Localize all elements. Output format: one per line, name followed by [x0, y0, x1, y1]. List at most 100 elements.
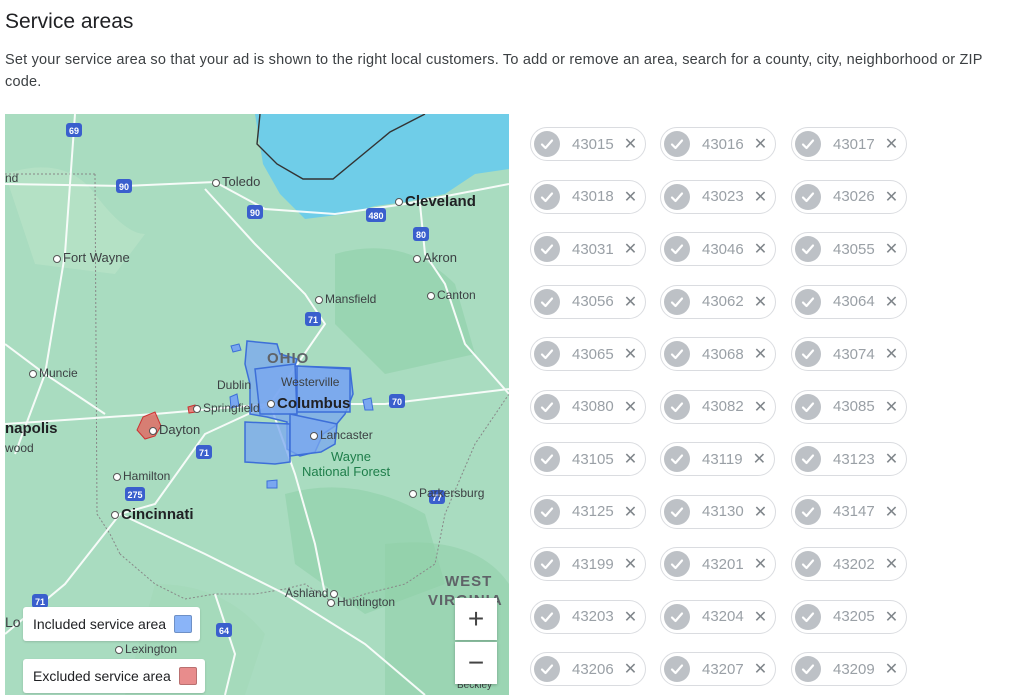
remove-icon[interactable]: ✕ — [885, 659, 898, 679]
remove-icon[interactable]: ✕ — [754, 607, 767, 627]
zip-chip[interactable]: 43123 ✕ — [791, 442, 908, 476]
zip-chip-label: 43074 — [833, 345, 875, 363]
zip-chip[interactable]: 43199 ✕ — [530, 547, 647, 581]
check-icon — [795, 498, 821, 525]
remove-icon[interactable]: ✕ — [624, 554, 637, 574]
zip-chip-label: 43023 — [702, 188, 744, 205]
service-area-map[interactable]: 69 90 90 480 80 71 70 71 275 71 64 77 nd… — [5, 114, 509, 695]
remove-icon[interactable]: ✕ — [885, 292, 898, 312]
zip-chip[interactable]: 43031 ✕ — [530, 232, 647, 266]
remove-icon[interactable]: ✕ — [754, 134, 767, 154]
check-icon — [664, 603, 690, 630]
check-icon — [534, 498, 560, 525]
zip-chip[interactable]: 43080 ✕ — [530, 389, 647, 424]
remove-icon[interactable]: ✕ — [754, 397, 767, 417]
remove-icon[interactable]: ✕ — [624, 397, 637, 417]
zip-chip[interactable]: 43068 ✕ — [660, 337, 777, 371]
check-icon — [795, 183, 821, 210]
check-icon — [664, 341, 690, 367]
map-label-national-forest: National Forest — [302, 464, 391, 479]
remove-icon[interactable]: ✕ — [885, 187, 898, 207]
remove-icon[interactable]: ✕ — [885, 239, 898, 259]
remove-icon[interactable]: ✕ — [754, 292, 767, 312]
map-label-lexington: Lexington — [115, 642, 177, 656]
zip-chip[interactable]: 43017 ✕ — [791, 127, 908, 161]
remove-icon[interactable]: ✕ — [753, 449, 766, 469]
zip-chip[interactable]: 43201 ✕ — [660, 547, 777, 581]
remove-icon[interactable]: ✕ — [624, 502, 637, 522]
zip-chip[interactable]: 43023 ✕ — [660, 179, 777, 214]
zip-chip[interactable]: 43130 ✕ — [660, 494, 777, 529]
zip-chip[interactable]: 43085 ✕ — [791, 389, 908, 424]
zip-chip[interactable]: 43016 ✕ — [660, 127, 777, 161]
remove-icon[interactable]: ✕ — [754, 344, 767, 364]
svg-text:71: 71 — [35, 597, 45, 607]
zip-chip[interactable]: 43206 ✕ — [530, 652, 647, 686]
remove-icon[interactable]: ✕ — [754, 502, 767, 522]
map-label-wayne-forest: Wayne — [331, 449, 371, 464]
zip-chip-label: 43046 — [702, 240, 744, 258]
remove-icon[interactable]: ✕ — [754, 187, 767, 207]
check-icon — [795, 131, 821, 157]
zip-chip[interactable]: 43082 ✕ — [660, 389, 777, 424]
map-label-ohio: OHIO — [267, 350, 310, 367]
remove-icon[interactable]: ✕ — [754, 659, 767, 679]
check-icon — [664, 183, 690, 210]
zip-chip-label: 43031 — [572, 240, 614, 258]
zip-chip[interactable]: 43015 ✕ — [530, 127, 647, 161]
zip-chip[interactable]: 43065 ✕ — [530, 337, 647, 371]
zip-chip[interactable]: 43147 ✕ — [791, 494, 908, 529]
remove-icon[interactable]: ✕ — [754, 239, 767, 259]
remove-icon[interactable]: ✕ — [885, 134, 898, 154]
zip-chip[interactable]: 43205 ✕ — [791, 599, 908, 634]
zip-chip[interactable]: 43064 ✕ — [791, 284, 908, 319]
zip-chip[interactable]: 43062 ✕ — [660, 284, 777, 319]
zip-chip-label: 43123 — [833, 450, 875, 468]
zip-chip[interactable]: 43209 ✕ — [791, 652, 908, 686]
zoom-in-button[interactable]: + — [455, 598, 497, 640]
remove-icon[interactable]: ✕ — [624, 187, 637, 207]
page-title: Service areas — [5, 10, 134, 33]
zip-chip[interactable]: 43203 ✕ — [530, 599, 647, 634]
remove-icon[interactable]: ✕ — [885, 449, 898, 469]
remove-icon[interactable]: ✕ — [885, 554, 898, 574]
remove-icon[interactable]: ✕ — [624, 449, 637, 469]
zip-chip-label: 43207 — [702, 660, 744, 678]
zip-chip[interactable]: 43207 ✕ — [660, 652, 777, 686]
map-label-mansfield: Mansfield — [315, 292, 376, 306]
map-label-hamilton: Hamilton — [113, 469, 170, 483]
zip-chip-label: 43085 — [833, 398, 875, 415]
map-label-canton: Canton — [427, 288, 476, 302]
zip-chip[interactable]: 43105 ✕ — [530, 442, 647, 476]
map-label-lo: Lo — [5, 614, 21, 630]
check-icon — [795, 603, 821, 630]
zip-chip[interactable]: 43074 ✕ — [791, 337, 908, 371]
zip-chip-label: 43062 — [702, 293, 744, 310]
zip-chip[interactable]: 43055 ✕ — [791, 232, 908, 266]
remove-icon[interactable]: ✕ — [754, 554, 767, 574]
zip-chip[interactable]: 43056 ✕ — [530, 284, 647, 319]
remove-icon[interactable]: ✕ — [624, 344, 637, 364]
svg-text:90: 90 — [119, 182, 129, 192]
zip-chip[interactable]: 43202 ✕ — [791, 547, 908, 581]
map-label-indianapolis: napolis — [5, 420, 58, 437]
zip-chip[interactable]: 43119 ✕ — [660, 442, 776, 476]
remove-icon[interactable]: ✕ — [885, 397, 898, 417]
remove-icon[interactable]: ✕ — [885, 502, 898, 522]
zoom-out-button[interactable]: − — [455, 642, 497, 684]
zip-chip[interactable]: 43046 ✕ — [660, 232, 777, 266]
zip-chip[interactable]: 43026 ✕ — [791, 179, 908, 214]
remove-icon[interactable]: ✕ — [885, 344, 898, 364]
zip-chip-label: 43082 — [702, 398, 744, 415]
remove-icon[interactable]: ✕ — [624, 292, 637, 312]
zip-chip[interactable]: 43018 ✕ — [530, 179, 647, 214]
remove-icon[interactable]: ✕ — [624, 659, 637, 679]
zip-chip[interactable]: 43125 ✕ — [530, 494, 647, 529]
remove-icon[interactable]: ✕ — [624, 134, 637, 154]
zip-chip[interactable]: 43204 ✕ — [660, 599, 777, 634]
remove-icon[interactable]: ✕ — [624, 607, 637, 627]
svg-text:64: 64 — [219, 626, 229, 636]
remove-icon[interactable]: ✕ — [885, 607, 898, 627]
remove-icon[interactable]: ✕ — [624, 239, 637, 259]
map-label-parkersburg: Parkersburg — [409, 486, 484, 500]
